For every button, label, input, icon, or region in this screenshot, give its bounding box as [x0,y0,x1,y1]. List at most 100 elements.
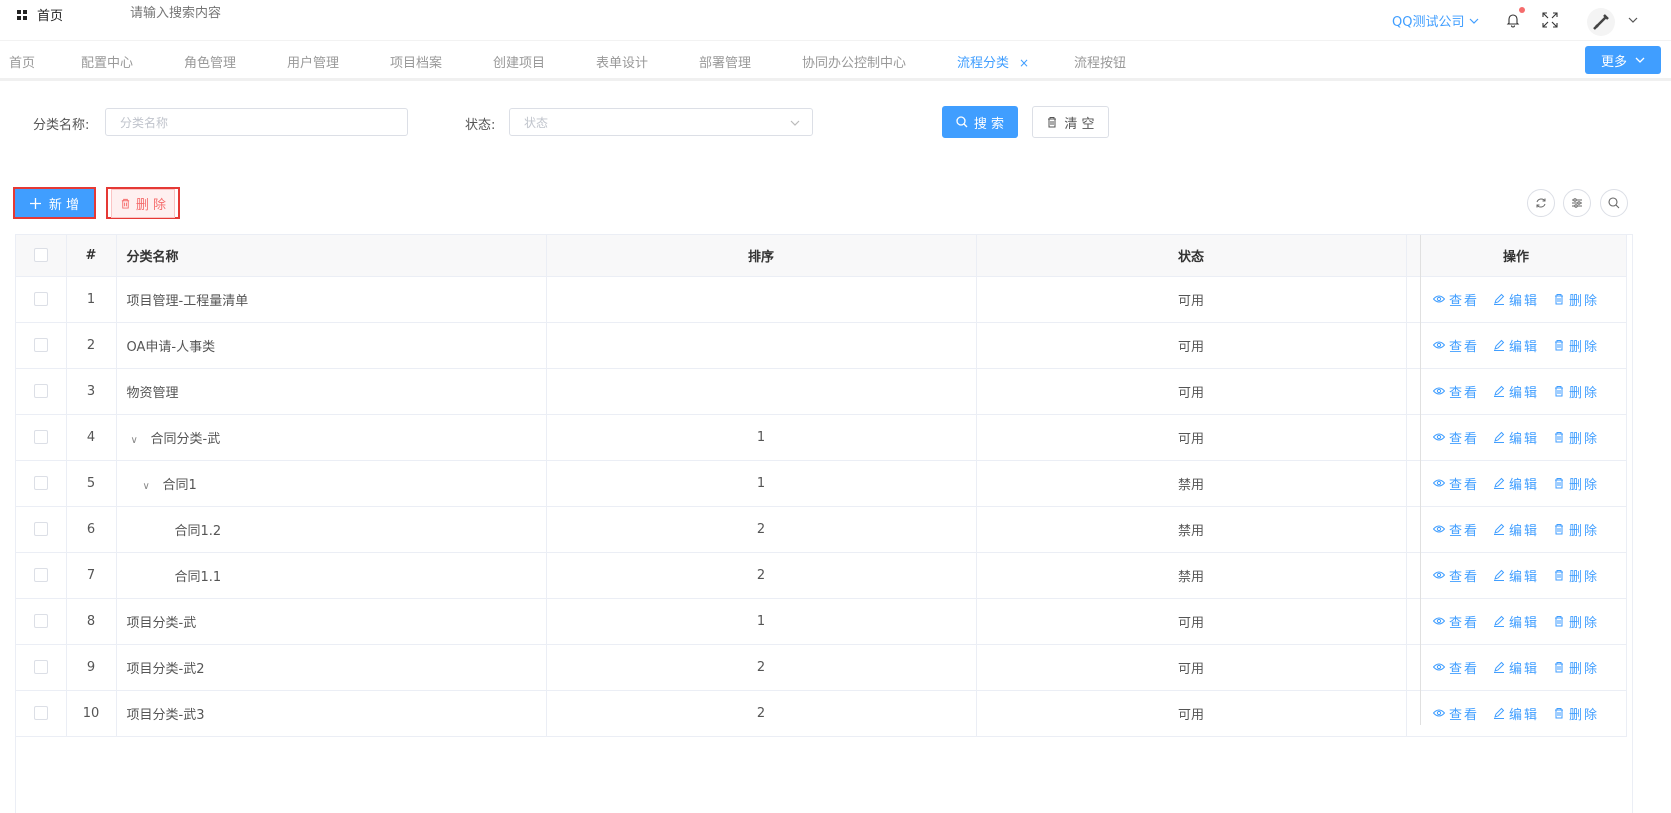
col-index: # [66,235,117,277]
view-link[interactable]: 查看 [1432,566,1479,585]
avatar[interactable] [1587,8,1615,36]
row-action-group: 查看 编辑 删除 [1407,658,1626,677]
delete-link[interactable]: 删除 [1553,704,1599,723]
global-search-input[interactable] [130,5,310,20]
view-link[interactable]: 查看 [1432,612,1479,631]
select-all-checkbox[interactable] [33,248,48,263]
row-checkbox[interactable] [33,660,48,674]
row-actions: 查看 编辑 删除 [1406,460,1627,507]
view-link[interactable]: 查看 [1432,336,1479,355]
row-checkbox[interactable] [33,568,48,582]
more-label: 更多 [1600,54,1627,70]
row-actions: 查看 编辑 删除 [1406,552,1627,599]
edit-link[interactable]: 编辑 [1493,704,1539,723]
row-checkbox[interactable] [33,292,48,306]
fixed-column-divider [1420,235,1421,725]
toggle-search-button[interactable] [1600,189,1628,217]
tab-process-category[interactable]: 流程分类 × [957,52,1029,71]
delete-link[interactable]: 删除 [1553,290,1599,309]
delete-label: 删 除 [135,197,167,213]
tab-home[interactable]: 首页 [9,52,35,71]
tab-role-management[interactable]: 角色管理 [184,52,236,71]
edit-link[interactable]: 编辑 [1493,336,1539,355]
clear-button[interactable]: 清 空 [1032,106,1109,138]
row-select-cell [16,460,67,507]
view-link[interactable]: 查看 [1432,290,1479,309]
row-checkbox[interactable] [33,614,48,628]
row-checkbox[interactable] [33,384,48,398]
column-settings-button[interactable] [1563,189,1591,217]
chevron-down-icon[interactable] [1627,14,1639,26]
row-checkbox[interactable] [33,522,48,536]
tab-process-button[interactable]: 流程按钮 [1074,52,1126,71]
row-status: 禁用 [976,552,1407,599]
edit-icon [1493,385,1505,397]
table-body: 1 项目管理-工程量清单 可用 查看 编辑 删除 2 OA申请-人事类 可用 查看 编辑 删除 3 物资管… [16,276,1627,737]
row-action-group: 查看 编辑 删除 [1407,566,1626,585]
search-button[interactable]: 搜 索 [942,106,1018,138]
view-link[interactable]: 查看 [1432,704,1479,723]
add-button[interactable]: 新 增 [13,187,96,219]
edit-link[interactable]: 编辑 [1493,290,1539,309]
view-label: 查看 [1448,523,1479,539]
expand-chevron-icon[interactable]: ∨ [143,481,157,492]
edit-link[interactable]: 编辑 [1493,566,1539,585]
delete-link[interactable]: 删除 [1553,382,1599,401]
trash-icon [1048,117,1057,128]
refresh-button[interactable] [1527,189,1555,217]
table-row: 9 项目分类-武2 2 可用 查看 编辑 删除 [16,644,1627,691]
tab-config-center[interactable]: 配置中心 [81,52,133,71]
row-index: 2 [66,322,117,369]
row-actions: 查看 编辑 删除 [1406,690,1627,737]
edit-link[interactable]: 编辑 [1493,612,1539,631]
more-button[interactable]: 更多 [1585,46,1661,74]
edit-link[interactable]: 编辑 [1493,474,1539,493]
select-all-cell [16,235,67,277]
delete-link[interactable]: 删除 [1553,612,1599,631]
fullscreen-icon[interactable] [1542,12,1558,28]
edit-link[interactable]: 编辑 [1493,658,1539,677]
bell-icon[interactable] [1505,12,1521,28]
view-link[interactable]: 查看 [1432,428,1479,447]
home-link[interactable]: 首页 [17,5,63,24]
delete-button[interactable]: 删 除 [106,187,180,219]
tab-close-icon[interactable]: × [1019,56,1029,70]
edit-link[interactable]: 编辑 [1493,428,1539,447]
view-link[interactable]: 查看 [1432,658,1479,677]
edit-link[interactable]: 编辑 [1493,382,1539,401]
delete-link[interactable]: 删除 [1553,474,1599,493]
table-row: 1 项目管理-工程量清单 可用 查看 编辑 删除 [16,276,1627,323]
filter-icon [1572,198,1582,208]
top-bar: 首页 QQ测试公司 [0,0,1671,40]
delete-link[interactable]: 删除 [1553,520,1599,539]
row-checkbox[interactable] [33,706,48,720]
delete-link[interactable]: 删除 [1553,566,1599,585]
expand-chevron-icon[interactable]: ∨ [131,435,145,446]
delete-link[interactable]: 删除 [1553,336,1599,355]
delete-link[interactable]: 删除 [1553,658,1599,677]
tab-deploy-management[interactable]: 部署管理 [699,52,751,71]
row-checkbox[interactable] [33,476,48,490]
status-select[interactable]: 状态 [509,108,813,136]
tab-create-project[interactable]: 创建项目 [493,52,545,71]
table-row: 7 合同1.1 2 禁用 查看 编辑 删除 [16,552,1627,599]
view-link[interactable]: 查看 [1432,382,1479,401]
delete-link[interactable]: 删除 [1553,428,1599,447]
tab-project-archive[interactable]: 项目档案 [390,52,442,71]
tab-bar: 首页 配置中心 角色管理 用户管理 项目档案 创建项目 表单设计 部署管理 协同… [0,40,1671,81]
eye-icon [1432,617,1445,625]
row-checkbox[interactable] [33,338,48,352]
edit-link[interactable]: 编辑 [1493,520,1539,539]
name-input[interactable]: 分类名称 [105,108,408,136]
eye-icon [1432,295,1445,303]
tab-collab-office-center[interactable]: 协同办公控制中心 [802,52,906,71]
row-checkbox[interactable] [33,430,48,444]
view-link[interactable]: 查看 [1432,520,1479,539]
tab-form-design[interactable]: 表单设计 [596,52,648,71]
category-name-text: 物资管理 [126,385,179,401]
category-name-text: 项目分类-武3 [126,707,205,723]
company-switcher[interactable]: QQ测试公司 [1392,11,1479,30]
row-status: 可用 [976,690,1407,737]
view-link[interactable]: 查看 [1432,474,1479,493]
tab-user-management[interactable]: 用户管理 [287,52,339,71]
